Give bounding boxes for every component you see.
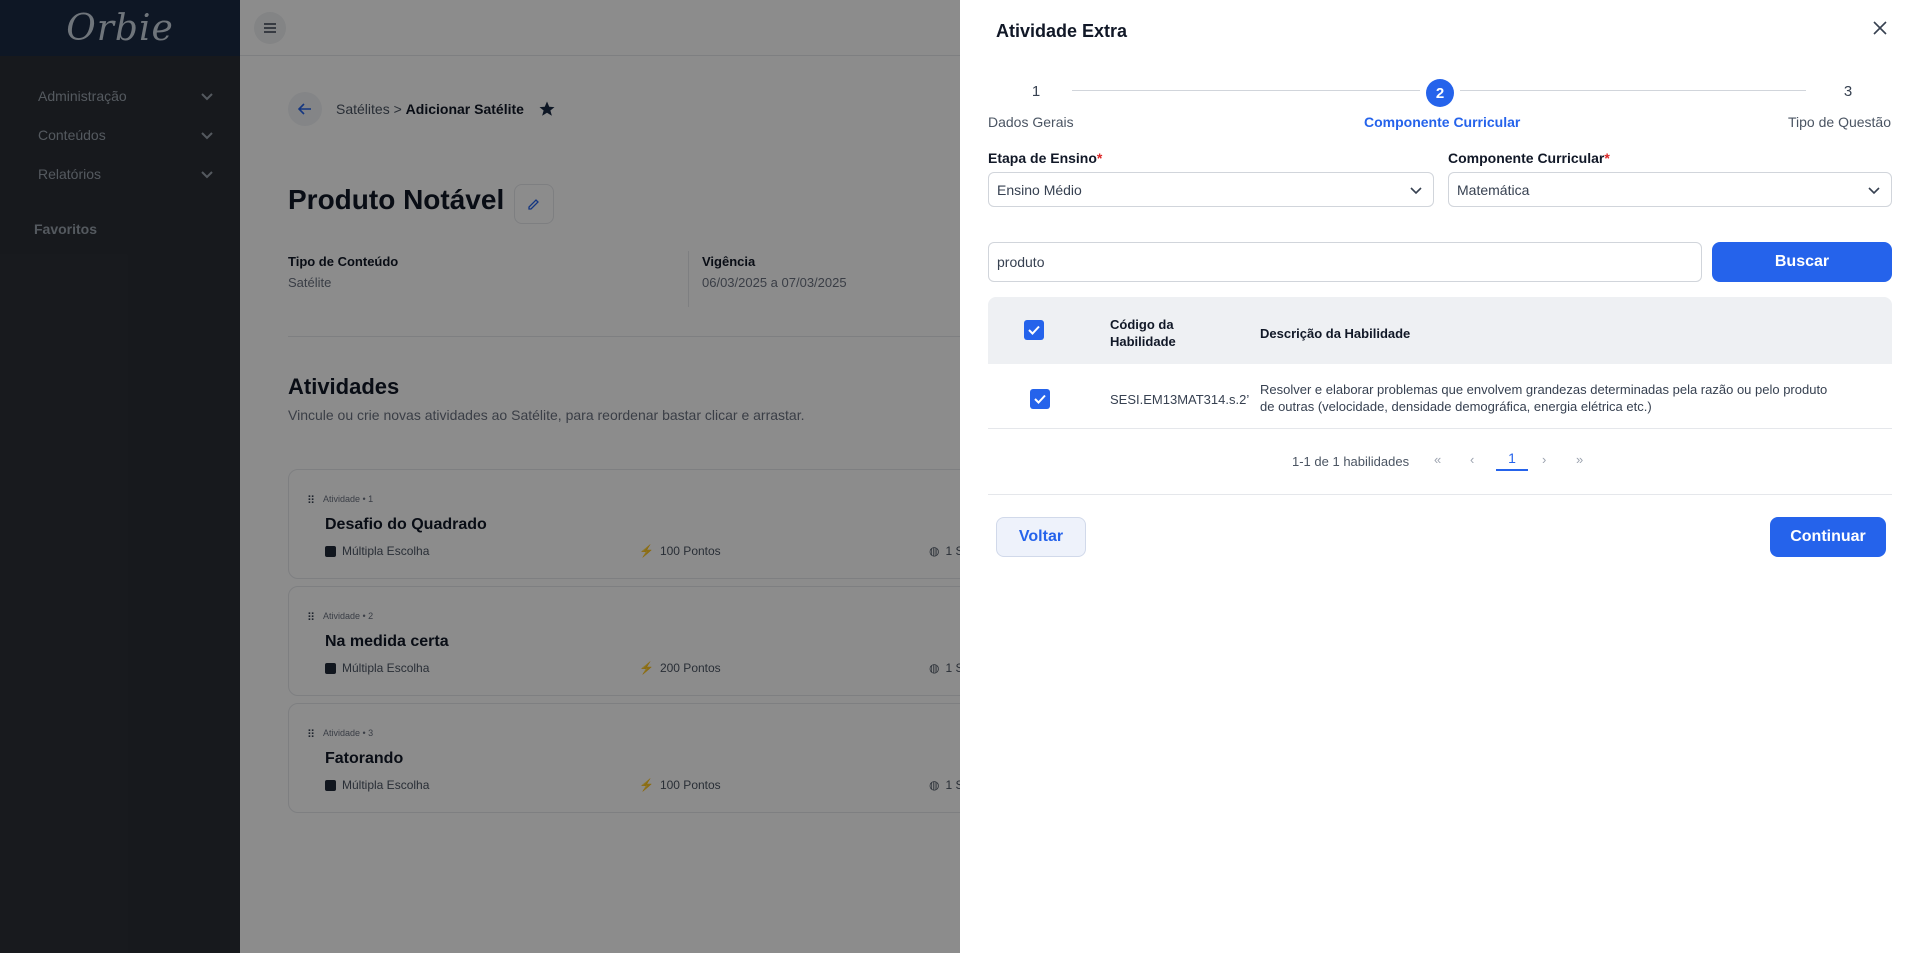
activity-drawer: Atividade Extra 1 2 3 Dados Gerais Compo… [960,0,1920,953]
continue-button[interactable]: Continuar [1770,517,1886,557]
search-input[interactable] [988,242,1702,282]
close-icon[interactable] [1870,18,1890,38]
stage-label: Etapa de Ensino* [988,150,1103,166]
column-header-code: Código da Habilidade [1110,317,1176,349]
step-2-label: Componente Curricular [1364,114,1521,130]
component-select[interactable]: Matemática [1448,172,1892,207]
row-description: Resolver e elaborar problemas que envolv… [1260,382,1828,414]
next-page-icon[interactable]: › [1542,452,1546,467]
step-1-label: Dados Gerais [988,114,1074,130]
stage-select[interactable]: Ensino Médio [988,172,1434,207]
stepper-line [1460,90,1806,91]
prev-page-icon[interactable]: ‹ [1470,452,1474,467]
stepper-line [1072,90,1420,91]
check-icon [1034,394,1046,404]
back-button[interactable]: Voltar [996,517,1086,557]
check-icon [1028,325,1040,335]
step-1-number: 1 [1031,83,1041,100]
step-3-label: Tipo de Questão [1788,114,1891,130]
chevron-down-icon [1868,186,1880,194]
column-header-description: Descrição da Habilidade [1260,326,1411,341]
search-button[interactable]: Buscar [1712,242,1892,282]
last-page-icon[interactable]: » [1576,452,1583,467]
select-all-checkbox[interactable] [1024,320,1044,340]
page-number-current[interactable]: 1 [1496,450,1528,471]
first-page-icon[interactable]: « [1434,452,1441,467]
row-checkbox[interactable] [1030,389,1050,409]
chevron-down-icon [1410,186,1422,194]
step-2-indicator: 2 [1426,79,1454,107]
footer-divider [988,494,1892,495]
row-divider [988,428,1892,429]
pagination-summary: 1-1 de 1 habilidades [1292,454,1410,469]
drawer-title: Atividade Extra [996,21,1128,41]
component-label: Componente Curricular* [1448,150,1610,166]
row-code: SESI.EM13MAT314.s.2’ [1110,392,1250,407]
component-select-value: Matemática [1457,181,1530,198]
stage-select-value: Ensino Médio [997,181,1082,198]
step-3-number: 3 [1843,83,1853,100]
